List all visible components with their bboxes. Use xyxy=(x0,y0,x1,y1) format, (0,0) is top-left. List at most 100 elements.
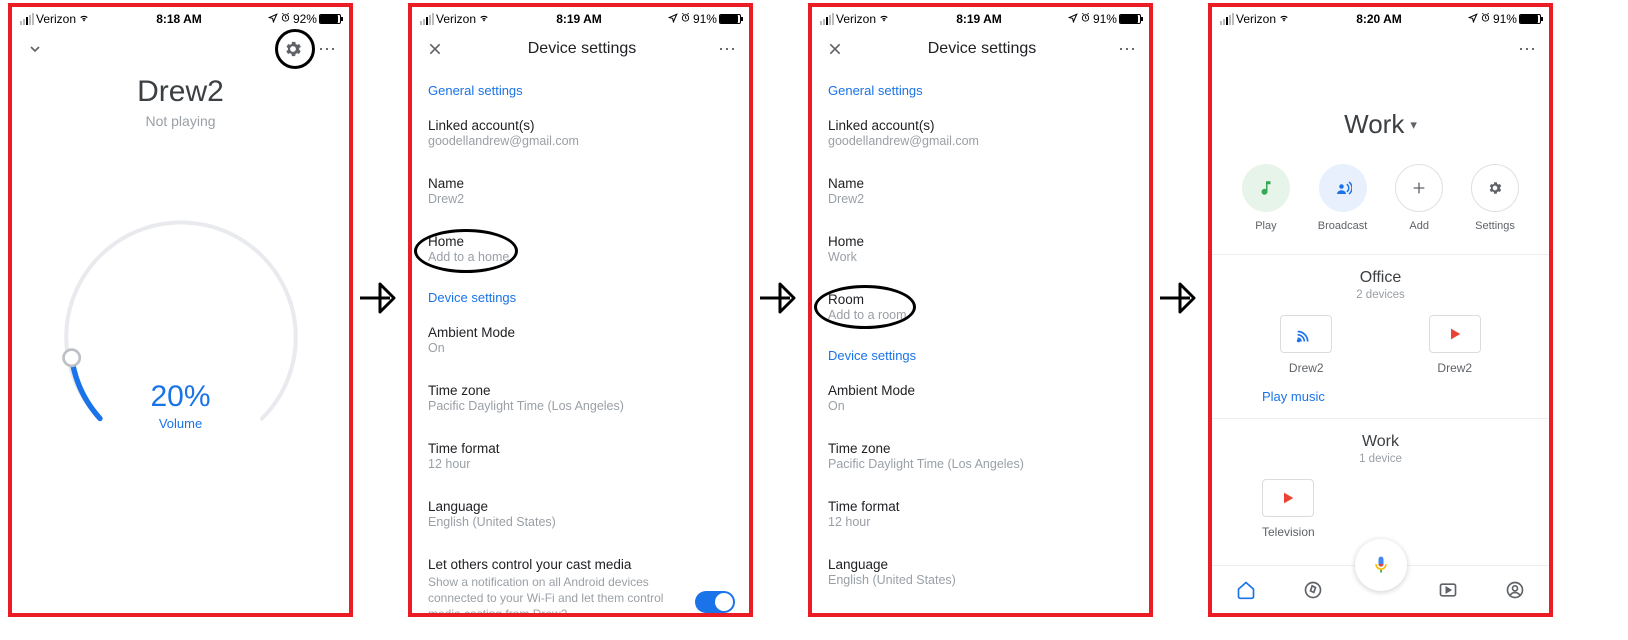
status-bar: Verizon 8:20 AM 91% xyxy=(1212,7,1549,29)
setting-title: Home xyxy=(828,234,1133,249)
setting-value: goodellandrew@gmail.com xyxy=(428,134,733,148)
home-tab-icon[interactable] xyxy=(1235,579,1257,601)
chevron-down-icon[interactable] xyxy=(24,38,46,60)
group-subtitle: 2 devices xyxy=(1232,289,1529,301)
signal-icon xyxy=(820,13,834,25)
broadcast-action[interactable]: Broadcast xyxy=(1318,164,1368,232)
setting-ambient[interactable]: Ambient Mode On xyxy=(812,373,1149,419)
setting-value: Drew2 xyxy=(428,192,733,206)
alarm-icon xyxy=(280,12,291,26)
setting-name[interactable]: Name Drew2 xyxy=(412,166,749,212)
gear-icon[interactable] xyxy=(282,38,304,60)
caret-down-icon: ▾ xyxy=(1410,117,1417,133)
status-bar: Verizon 8:18 AM 92% xyxy=(12,7,349,29)
section-general[interactable]: General settings xyxy=(812,69,1149,108)
broadcast-icon xyxy=(1319,164,1367,212)
setting-name[interactable]: Name Drew2 xyxy=(812,166,1149,212)
media-tab-icon[interactable] xyxy=(1437,579,1459,601)
carrier-label: Verizon xyxy=(36,12,76,26)
play-music-link[interactable]: Play music xyxy=(1232,389,1529,404)
setting-value: On xyxy=(428,341,733,355)
settings-action[interactable]: Settings xyxy=(1471,164,1519,232)
play-icon xyxy=(1262,479,1314,517)
section-device[interactable]: Device settings xyxy=(412,276,749,315)
battery-icon xyxy=(319,14,341,24)
group-title: Office xyxy=(1232,269,1529,287)
device-card[interactable]: Drew2 xyxy=(1429,315,1481,375)
setting-linked-account[interactable]: Linked account(s) goodellandrew@gmail.co… xyxy=(812,108,1149,154)
close-icon[interactable] xyxy=(824,38,846,60)
gear-icon xyxy=(1471,164,1519,212)
more-icon[interactable]: ⋯ xyxy=(1118,39,1137,60)
setting-value: goodellandrew@gmail.com xyxy=(828,134,1133,148)
setting-title: Home xyxy=(428,234,733,249)
setting-cast-control[interactable]: Let others control your cast media xyxy=(812,605,1149,617)
status-bar: Verizon 8:19 AM 91% xyxy=(812,7,1149,29)
setting-timeformat[interactable]: Time format 12 hour xyxy=(412,431,749,477)
setting-title: Time zone xyxy=(428,383,733,398)
action-label: Settings xyxy=(1475,220,1515,232)
signal-icon xyxy=(1220,13,1234,25)
wifi-icon xyxy=(878,13,890,26)
setting-title: Room xyxy=(828,292,1133,307)
setting-linked-account[interactable]: Linked account(s) goodellandrew@gmail.co… xyxy=(412,108,749,154)
battery-pct-label: 91% xyxy=(1493,12,1517,26)
battery-pct-label: 92% xyxy=(293,12,317,26)
play-action[interactable]: Play xyxy=(1242,164,1290,232)
cast-icon xyxy=(1280,315,1332,353)
music-note-icon xyxy=(1242,164,1290,212)
account-tab-icon[interactable] xyxy=(1504,579,1526,601)
status-bar: Verizon 8:19 AM 91% xyxy=(412,7,749,29)
carrier-label: Verizon xyxy=(1236,12,1276,26)
more-icon[interactable]: ⋯ xyxy=(318,39,337,60)
setting-language[interactable]: Language English (United States) xyxy=(412,489,749,535)
mic-button[interactable] xyxy=(1355,539,1407,591)
setting-cast-control[interactable]: Let others control your cast media Show … xyxy=(412,547,749,617)
setting-value: Drew2 xyxy=(828,192,1133,206)
setting-value: Pacific Daylight Time (Los Angeles) xyxy=(828,457,1133,471)
more-icon[interactable]: ⋯ xyxy=(1518,39,1537,60)
page-title: Device settings xyxy=(928,40,1037,58)
battery-pct-label: 91% xyxy=(1093,12,1117,26)
volume-dial[interactable]: 20% Volume xyxy=(46,189,316,459)
section-general[interactable]: General settings xyxy=(412,69,749,108)
setting-timeformat[interactable]: Time format 12 hour xyxy=(812,489,1149,535)
section-device[interactable]: Device settings xyxy=(812,334,1149,373)
close-icon[interactable] xyxy=(424,38,446,60)
add-action[interactable]: Add xyxy=(1395,164,1443,232)
setting-home[interactable]: Home Add to a home xyxy=(412,224,749,270)
cast-toggle[interactable] xyxy=(695,591,735,613)
setting-ambient[interactable]: Ambient Mode On xyxy=(412,315,749,361)
location-icon xyxy=(268,12,278,26)
setting-title: Let others control your cast media xyxy=(428,557,733,572)
device-card[interactable]: Drew2 xyxy=(1280,315,1332,375)
setting-value: Work xyxy=(828,250,1133,264)
setting-room[interactable]: Room Add to a room xyxy=(812,282,1149,328)
setting-value: 12 hour xyxy=(828,515,1133,529)
play-icon xyxy=(1429,315,1481,353)
arrow-icon xyxy=(1158,280,1204,316)
discover-tab-icon[interactable] xyxy=(1302,579,1324,601)
setting-title: Let others control your cast media xyxy=(828,615,1133,617)
location-icon xyxy=(668,12,678,26)
device-name: Television xyxy=(1262,525,1315,539)
arrow-icon xyxy=(358,280,404,316)
setting-title: Language xyxy=(828,557,1133,572)
setting-title: Time format xyxy=(828,499,1133,514)
action-label: Add xyxy=(1409,220,1429,232)
device-card[interactable]: Television xyxy=(1262,479,1315,539)
setting-timezone[interactable]: Time zone Pacific Daylight Time (Los Ang… xyxy=(812,431,1149,477)
location-icon xyxy=(1068,12,1078,26)
group-title: Work xyxy=(1232,433,1529,451)
setting-timezone[interactable]: Time zone Pacific Daylight Time (Los Ang… xyxy=(412,373,749,419)
wifi-icon xyxy=(78,13,90,26)
setting-language[interactable]: Language English (United States) xyxy=(812,547,1149,593)
setting-value: Pacific Daylight Time (Los Angeles) xyxy=(428,399,733,413)
setting-value: English (United States) xyxy=(428,515,733,529)
clock-label: 8:19 AM xyxy=(556,12,602,26)
more-icon[interactable]: ⋯ xyxy=(718,39,737,60)
home-selector[interactable]: Work ▾ xyxy=(1344,109,1417,140)
setting-home[interactable]: Home Work xyxy=(812,224,1149,270)
carrier-label: Verizon xyxy=(436,12,476,26)
group-subtitle: 1 device xyxy=(1232,453,1529,465)
